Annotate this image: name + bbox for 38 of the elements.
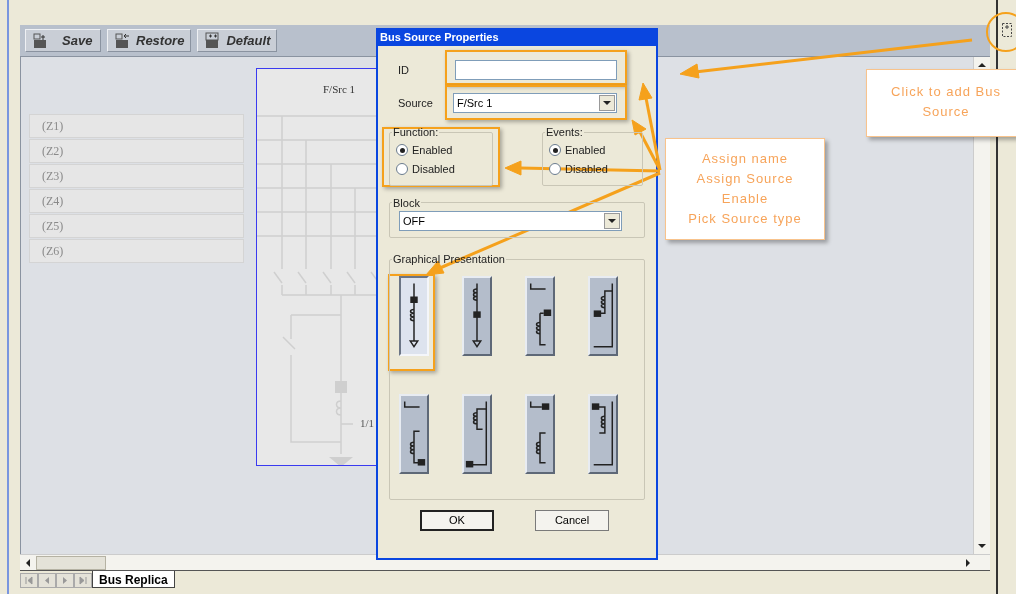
id-field[interactable] (455, 60, 617, 80)
presentation-tile[interactable] (399, 275, 429, 356)
toolbar-button[interactable]: Restore (107, 29, 192, 52)
callout-text: Click to add Bus Source (890, 83, 1002, 121)
scroll-thumb[interactable] (36, 555, 106, 570)
group-label: Events: (545, 125, 584, 140)
callout-text: Pick Source type (687, 210, 803, 228)
radio-button[interactable] (396, 163, 408, 175)
callout-text: Assign Source (695, 170, 795, 188)
add-bus-source-icon[interactable] (1001, 22, 1013, 38)
dialog-button[interactable]: OK (420, 510, 494, 531)
diagram-title: F/Src 1 (323, 83, 356, 95)
group-label: Function: (392, 125, 440, 140)
sheet-tab[interactable]: Bus Replica (92, 571, 175, 588)
dialog-button[interactable]: Cancel (535, 510, 609, 531)
option-label: Enabled (412, 142, 453, 158)
source-dropdown[interactable]: F/Src 1 (453, 93, 617, 113)
callout-text: Assign name (700, 150, 790, 168)
radio-button[interactable] (549, 144, 561, 156)
group-label: Block (392, 195, 421, 211)
field-label: Source (397, 95, 434, 111)
caret-icon[interactable] (604, 213, 620, 229)
toolbar-button[interactable]: Save (25, 29, 101, 52)
option-label: Enabled (565, 142, 606, 158)
radio-button[interactable] (396, 144, 408, 156)
caret-icon[interactable] (599, 95, 615, 111)
toolbar-button[interactable]: Default (197, 29, 278, 52)
option-label: Disabled (412, 161, 455, 177)
block-dropdown[interactable]: OFF (399, 211, 622, 231)
box-icon (114, 32, 130, 49)
radio-button[interactable] (549, 163, 561, 175)
box-icon (32, 32, 48, 49)
callout-text: Enable (720, 190, 770, 208)
box-icon (204, 32, 221, 49)
dialog-title: Bus Source Properties (378, 28, 656, 46)
field-label: ID (397, 62, 410, 78)
option-label: Disabled (565, 161, 608, 177)
ct-ratio: 1/1 (360, 417, 375, 429)
